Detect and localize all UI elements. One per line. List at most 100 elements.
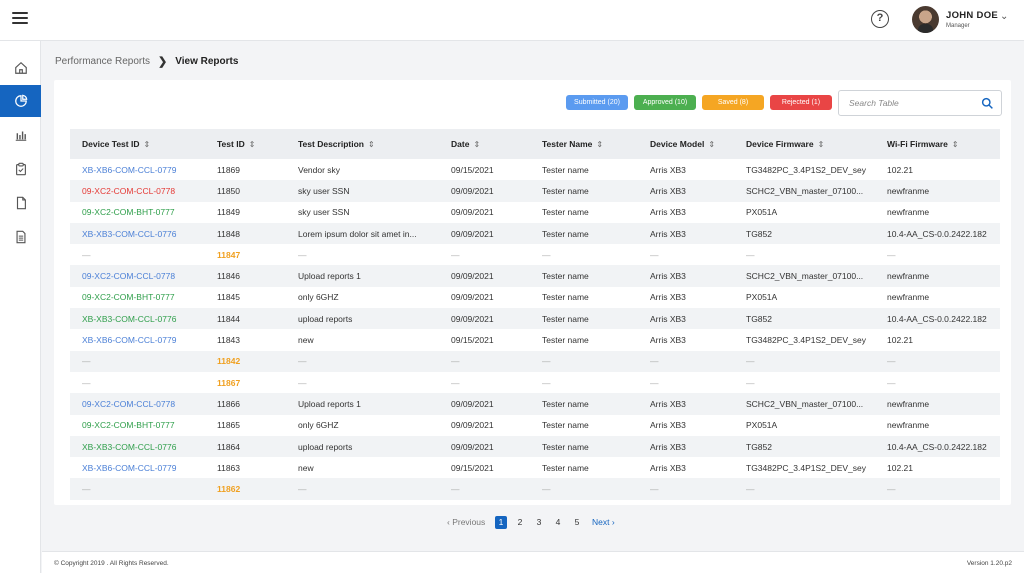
page-1-button[interactable]: 1 <box>495 516 507 529</box>
hamburger-menu-icon[interactable] <box>12 12 28 26</box>
column-header[interactable]: Device Test ID ⇕ <box>70 129 205 159</box>
filter-saved-button[interactable]: Saved (8) <box>702 95 764 110</box>
table-cell: 09/09/2021 <box>439 180 530 202</box>
table-cell: 09/15/2021 <box>451 335 494 346</box>
table-row[interactable]: 09-XC2-COM-CCL-0778 11846 Upload reports 1… <box>70 265 1000 287</box>
filter-submitted-button[interactable]: Submitted (20) <box>566 95 628 110</box>
sidebar-item-files[interactable] <box>0 187 41 219</box>
table-row[interactable]: 09-XC2-COM-BHT-0777 11865 only 6GHZ 09/09/2… <box>70 415 1000 436</box>
table-cell: TG852 <box>734 222 875 245</box>
table-row[interactable]: 09-XC2-COM-CCL-0778 11850 sky user SSN 09/0… <box>70 180 1000 202</box>
file-icon <box>16 196 26 210</box>
column-header[interactable]: Date ⇕ <box>439 129 530 159</box>
device-test-id-cell[interactable]: XB-XB6-COM-CCL-0779 <box>70 329 205 350</box>
table-cell: TG3482PC_3.4P1S2_DEV_sey <box>746 335 867 346</box>
filter-rejected-button[interactable]: Rejected (1) <box>770 95 832 110</box>
table-cell: Tester name <box>530 222 638 245</box>
table-row[interactable]: — 11847 — — — — — — <box>70 244 1000 265</box>
table-row[interactable]: —11842— — — — — — <box>70 350 1000 372</box>
table-cell: 09/09/2021 <box>451 207 494 218</box>
table-cell: Arris XB3 <box>638 265 734 287</box>
device-test-id-cell[interactable]: XB-XB3-COM-CCL-0776 <box>70 308 205 330</box>
table-cell: Tester name <box>530 180 638 202</box>
page-5-button[interactable]: 5 <box>571 516 583 529</box>
breadcrumb-parent-link[interactable]: Performance Reports <box>55 56 150 67</box>
page-4-button[interactable]: 4 <box>552 516 564 529</box>
sidebar-item-home[interactable] <box>0 52 41 84</box>
table-cell: — <box>298 249 307 260</box>
column-header[interactable]: Tester Name ⇕ <box>530 129 638 159</box>
table-cell: 11849 <box>217 207 241 218</box>
sidebar-item-analytics[interactable] <box>0 119 41 151</box>
table-cell: upload reports <box>286 435 439 458</box>
device-test-id-cell[interactable]: 09-XC2-COM-CCL-0778 <box>70 265 205 287</box>
column-header[interactable]: Test Description ⇕ <box>286 129 439 159</box>
device-test-id-cell[interactable]: XB-XB6-COM-CCL-0779 <box>70 159 205 180</box>
sort-icon[interactable]: ⇕ <box>596 140 603 149</box>
column-header[interactable]: Device Model ⇕ <box>638 129 734 159</box>
table-row[interactable]: XB-XB6-COM-CCL-0779 11863 new 09/15/2021 Tes… <box>70 457 1000 478</box>
sidebar-item-reports[interactable] <box>0 85 41 117</box>
table-cell: Arris XB3 <box>638 435 734 458</box>
sort-icon[interactable]: ⇕ <box>143 140 150 149</box>
table-row[interactable]: 09-XC2-COM-CCL-0778 11866 Upload reports 1… <box>70 393 1000 415</box>
table-row[interactable]: XB-XB3-COM-CCL-0776 11864 upload reports 09… <box>70 435 1000 458</box>
sort-icon[interactable]: ⇕ <box>368 140 375 149</box>
table-cell: — <box>650 377 659 388</box>
chevron-down-icon[interactable]: ⌄ <box>1000 11 1008 22</box>
table-row[interactable]: 09-XC2-COM-BHT-0777 11845 only 6GHZ 09/09/2… <box>70 287 1000 308</box>
table-row[interactable]: XB-XB6-COM-CCL-0779 11843 new 09/15/2021 Tes… <box>70 329 1000 350</box>
table-cell: Arris XB3 <box>650 335 686 346</box>
search-input[interactable] <box>849 98 974 108</box>
column-header[interactable]: Device Firmware ⇕ <box>734 129 875 159</box>
avatar[interactable] <box>912 6 939 33</box>
table-row[interactable]: XB-XB3-COM-CCL-0776 11848 Lorem ipsum dolo… <box>70 222 1000 245</box>
sidebar-item-documents[interactable] <box>0 221 41 253</box>
page-3-button[interactable]: 3 <box>533 516 545 529</box>
sort-icon[interactable]: ⇕ <box>708 140 715 149</box>
sort-icon[interactable]: ⇕ <box>249 140 256 149</box>
sort-icon[interactable]: ⇕ <box>952 140 959 149</box>
device-test-id-cell[interactable]: 09-XC2-COM-CCL-0778 <box>70 393 205 415</box>
table-cell: 11864 <box>205 435 286 458</box>
help-icon[interactable]: ? <box>871 10 889 28</box>
device-test-id-cell: — <box>70 478 205 500</box>
sort-icon[interactable]: ⇕ <box>818 140 825 149</box>
table-cell: — <box>875 478 1000 500</box>
device-test-id-cell[interactable]: XB-XB3-COM-CCL-0776 <box>70 435 205 458</box>
table-cell: 11842 <box>205 350 286 372</box>
column-header[interactable]: Wi-Fi Firmware ⇕ <box>875 129 1000 159</box>
table-cell: Tester name <box>530 435 638 458</box>
table-cell: 09/15/2021 <box>451 164 494 175</box>
next-page-button[interactable]: Next › <box>592 516 615 529</box>
user-name[interactable]: JOHN DOE <box>946 10 998 21</box>
table-row[interactable]: 09-XC2-COM-BHT-0777 11849 sky user SSN 09/0… <box>70 202 1000 223</box>
sort-icon[interactable]: ⇕ <box>473 140 480 149</box>
device-test-id-cell[interactable]: 09-XC2-COM-BHT-0777 <box>70 415 205 436</box>
search-icon[interactable] <box>981 97 994 110</box>
column-header-label: Date <box>451 139 470 149</box>
device-test-id-cell[interactable]: XB-XB3-COM-CCL-0776 <box>70 222 205 245</box>
column-header[interactable]: Test ID ⇕ <box>205 129 286 159</box>
table-row[interactable]: —11862— — — — — — <box>70 478 1000 500</box>
table-row[interactable]: — 11867 — — — — — — <box>70 372 1000 393</box>
sidebar-item-tasks[interactable] <box>0 153 41 185</box>
column-header-label: Device Firmware <box>746 139 814 149</box>
device-test-id-cell[interactable]: XB-XB6-COM-CCL-0779 <box>70 457 205 478</box>
table-row[interactable]: XB-XB3-COM-CCL-0776 11844 upload reports 09… <box>70 308 1000 330</box>
reports-card: Submitted (20) Approved (10) Saved (8) R… <box>54 80 1011 529</box>
table-cell: 09/09/2021 <box>451 292 494 303</box>
device-test-id-cell[interactable]: 09-XC2-COM-BHT-0777 <box>70 287 205 308</box>
device-test-id-cell[interactable]: 09-XC2-COM-CCL-0778 <box>70 180 205 202</box>
document-icon <box>15 230 26 244</box>
table-cell: — <box>746 249 755 260</box>
filter-approved-button[interactable]: Approved (10) <box>634 95 696 110</box>
table-cell: — <box>451 249 460 260</box>
page-2-button[interactable]: 2 <box>514 516 526 529</box>
reports-table: Device Test ID ⇕ Test ID ⇕ Test Description ⇕… <box>70 129 1000 500</box>
table-cell: Upload reports 1 <box>286 265 439 287</box>
previous-page-button[interactable]: ‹ Previous <box>447 516 485 529</box>
device-test-id-cell[interactable]: 09-XC2-COM-BHT-0777 <box>70 202 205 223</box>
table-row[interactable]: XB-XB6-COM-CCL-0779 11869 Vendor sky 09/15/… <box>70 159 1000 180</box>
table-cell: — <box>298 377 307 388</box>
